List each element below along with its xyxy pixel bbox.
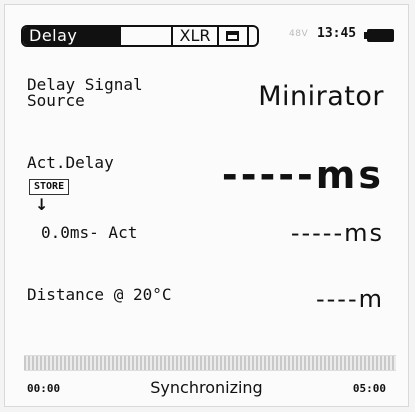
store-button[interactable]: STORE [29, 179, 70, 195]
header-bar: Delay XLR 48V 13:45 [21, 25, 396, 47]
analyzer-screen: Delay XLR 48V 13:45 Delay Signal Source … [4, 4, 409, 407]
delay-source-label: Delay Signal Source [27, 77, 147, 109]
sync-status: Synchronizing [150, 378, 263, 397]
act-delay-value: -----ms [221, 153, 384, 197]
phantom-power-indicator: 48V [289, 29, 309, 39]
delay-source-value[interactable]: Minirator [258, 81, 384, 112]
down-arrow-icon: ↓ [35, 195, 49, 214]
tab-delay[interactable]: Delay [23, 27, 121, 45]
tab-empty[interactable] [121, 27, 173, 45]
tab-strip-end [249, 27, 257, 45]
delay-source-label-line2: Source [27, 91, 85, 110]
mode-tabstrip: Delay XLR [21, 25, 259, 47]
stored-delay-label: 0.0ms- Act [41, 223, 138, 242]
sync-progress-bar [24, 355, 396, 371]
progress-end-time: 05:00 [352, 382, 386, 395]
distance-label: Distance @ 20°C [27, 285, 172, 304]
battery-full-icon [364, 29, 394, 42]
device-icon [226, 31, 239, 41]
tab-device[interactable] [219, 27, 249, 45]
distance-value: ----m [315, 285, 384, 313]
stored-delay-value: -----ms [290, 219, 384, 247]
clock: 13:45 [317, 26, 357, 41]
act-delay-label: Act.Delay [27, 153, 114, 172]
tab-connector-xlr[interactable]: XLR [173, 27, 219, 45]
